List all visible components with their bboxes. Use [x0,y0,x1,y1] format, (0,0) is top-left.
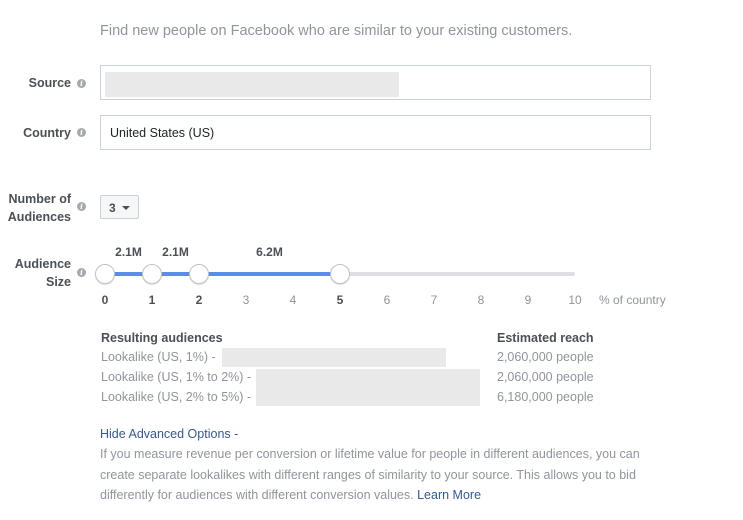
info-icon[interactable]: i [77,79,86,88]
slider-tick-label[interactable]: 1 [149,293,156,307]
intro-text: Find new people on Facebook who are simi… [100,23,573,39]
slider-tick-label[interactable]: 2 [196,293,203,307]
result-row-name: Lookalike (US, 1% to 2%) - [101,370,252,384]
slider-tick-label[interactable]: 10 [568,293,581,307]
country-input[interactable]: United States (US) [100,115,651,150]
result-row-reach: 6,180,000 people [497,390,594,404]
caret-down-icon [122,206,130,210]
learn-more-link[interactable]: Learn More [417,488,481,502]
slider-tick-label[interactable]: 6 [384,293,391,307]
num-audiences-select[interactable]: 3 [100,195,139,219]
slider-tick-label[interactable]: 4 [290,293,297,307]
country-value: United States (US) [110,126,215,140]
result-row-name: Lookalike (US, 2% to 5%) - [101,390,252,404]
segment-size-label: 6.2M [256,245,283,259]
slider-tick-label[interactable]: 9 [525,293,532,307]
slider-track-fill [105,272,340,276]
hide-advanced-options-link[interactable]: Hide Advanced Options - [100,427,238,441]
num-audiences-value: 3 [109,201,116,215]
slider-unit-label: % of country [599,293,666,307]
slider-tick-label[interactable]: 7 [431,293,438,307]
advanced-description: If you measure revenue per conversion or… [100,447,640,502]
result-row-name: Lookalike (US, 1%) - [101,350,216,364]
result-row-redacted [222,348,446,367]
segment-size-label: 2.1M [115,245,142,259]
slider-handle[interactable] [142,264,162,284]
slider-handle[interactable] [189,264,209,284]
num-audiences-label: Number of Audiences [7,192,71,224]
info-icon[interactable]: i [77,268,86,277]
slider-tick-label[interactable]: 3 [243,293,250,307]
slider-tick-label[interactable]: 5 [337,293,344,307]
country-label: Country [23,126,71,140]
segment-size-label: 2.1M [162,245,189,259]
slider-handle[interactable] [95,264,115,284]
collapse-icon: - [234,427,239,441]
col-header-reach: Estimated reach [497,331,594,345]
info-icon[interactable]: i [77,128,86,137]
slider-tick-label[interactable]: 0 [102,293,109,307]
source-label: Source [28,76,71,90]
slider-handle[interactable] [330,264,350,284]
slider-tick-label[interactable]: 8 [478,293,485,307]
audience-size-label: Audience Size [14,257,71,289]
result-row-reach: 2,060,000 people [497,370,594,384]
source-input[interactable] [100,65,651,100]
source-value-redacted [105,72,399,97]
info-icon[interactable]: i [77,202,86,211]
result-row-redacted [256,369,480,406]
result-row-reach: 2,060,000 people [497,350,594,364]
col-header-audiences: Resulting audiences [101,331,223,345]
